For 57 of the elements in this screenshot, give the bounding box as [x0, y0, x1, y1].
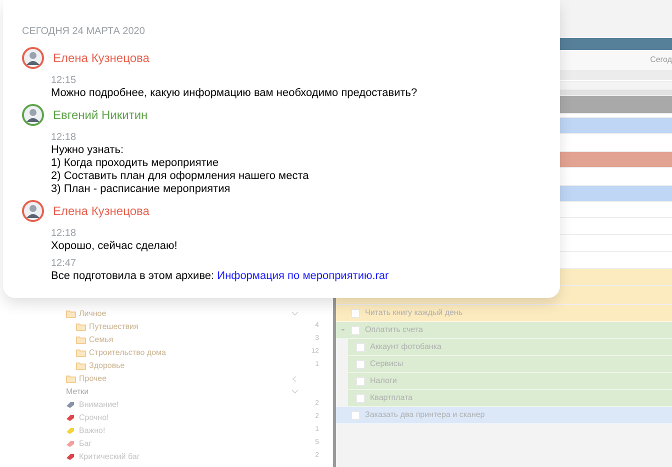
checkbox[interactable]: [356, 342, 365, 352]
message-text: 2) Составить план для оформления нашего места: [51, 170, 310, 183]
checkbox[interactable]: [351, 308, 360, 318]
task-title: Квартплата: [370, 392, 413, 404]
chevron-down-icon[interactable]: [291, 310, 299, 316]
tag-label[interactable]: Критический баг: [79, 450, 312, 462]
message-time: 12:18: [51, 131, 78, 144]
task-row[interactable]: Квартплата: [348, 390, 672, 407]
task-row[interactable]: Заказать два принтера и сканер: [336, 407, 672, 424]
folder-label[interactable]: Строительство дома: [89, 346, 308, 358]
folder-label[interactable]: Личное: [79, 308, 288, 320]
tag-label[interactable]: Срочно!: [79, 412, 312, 424]
folder-label[interactable]: Семья: [89, 334, 312, 346]
chevron-down-icon[interactable]: [291, 388, 299, 394]
toolbar-label: Сегод: [650, 54, 672, 66]
tag-label[interactable]: Важно!: [79, 424, 312, 436]
message-text: 3) План - расписание мероприятия: [51, 183, 232, 196]
message-text: Все подготовила в этом архиве: Информация по мероприятию.rar: [51, 270, 390, 283]
message-text: Можно подробнее, какую информацию вам необходимо предоставить?: [51, 87, 418, 100]
checkbox[interactable]: [356, 394, 365, 402]
checkbox[interactable]: [356, 360, 365, 368]
message-text: Нужно узнать:: [51, 144, 124, 157]
file-link[interactable]: Информация по мероприятию.rar: [217, 270, 389, 282]
message-time: 12:47: [51, 257, 78, 270]
author-name: Евгений Никитин: [53, 107, 148, 124]
task-row[interactable]: Оплатить счета: [336, 322, 672, 339]
task-title: Оплатить счета: [365, 324, 423, 336]
author-name: Елена Кузнецова: [53, 50, 150, 67]
date-heading: СЕГОДНЯ 24 МАРТА 2020: [22, 25, 146, 39]
task-title: Налоги: [370, 375, 397, 387]
task-title: Заказать два принтера и сканер: [365, 409, 485, 421]
folder-label[interactable]: Здоровье: [89, 360, 312, 372]
author-name: Елена Кузнецова: [53, 203, 150, 220]
section-heading: Метки: [66, 386, 90, 398]
checkbox[interactable]: [351, 326, 360, 334]
task-row[interactable]: Сервисы: [348, 356, 672, 373]
avatar-icon: [22, 200, 44, 222]
message-time: 12:18: [51, 227, 78, 240]
message-time: 12:15: [51, 74, 78, 87]
message-text: Хорошо, сейчас сделаю!: [51, 240, 178, 253]
task-title: Сервисы: [370, 358, 404, 370]
task-title: Читать книгу каждый день: [365, 307, 463, 319]
tag-label[interactable]: Внимание!: [79, 398, 312, 410]
checkbox[interactable]: [356, 376, 365, 386]
avatar-icon: [22, 104, 44, 126]
chevron-left-icon[interactable]: [291, 376, 299, 382]
folder-label[interactable]: Путешествия: [89, 320, 312, 332]
task-row[interactable]: Читать книгу каждый день: [336, 305, 672, 322]
caret-down-icon[interactable]: [340, 327, 346, 333]
message-text: 1) Когда проходить мероприятие: [51, 157, 220, 170]
avatar-icon: [22, 47, 44, 69]
tag-label[interactable]: Баг: [79, 438, 312, 450]
checkbox[interactable]: [351, 410, 360, 420]
folder-label[interactable]: Прочее: [79, 372, 288, 384]
task-row[interactable]: Аккаунт фотобанка: [348, 339, 672, 356]
task-title: Аккаунт фотобанка: [370, 341, 442, 353]
task-row[interactable]: Налоги: [348, 373, 672, 390]
